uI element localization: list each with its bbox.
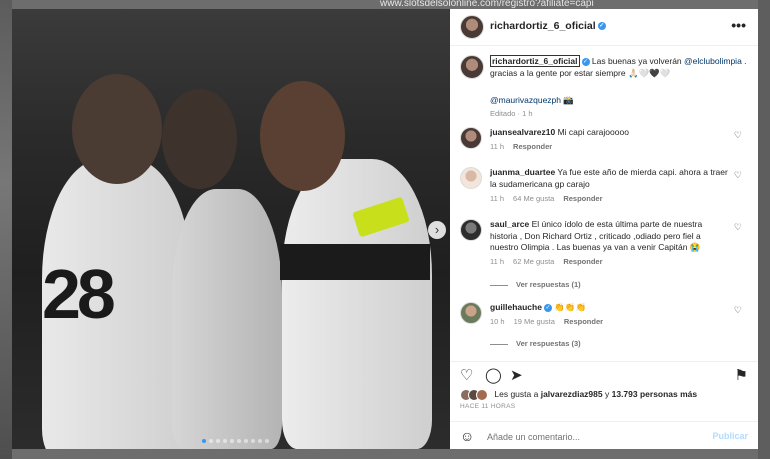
caption-username[interactable]: richardortiz_6_oficial: [490, 55, 580, 67]
commenter-username[interactable]: saul_arce: [490, 219, 529, 229]
comment-body: guillehauche ✓ 👏👏👏: [490, 302, 730, 314]
carousel-dot: [223, 439, 227, 443]
comment-text: Mi capi carajooooo: [557, 127, 629, 137]
commenter-username[interactable]: juanma_duartee: [490, 167, 555, 177]
shirt-number: 28: [42, 255, 116, 333]
comment-time: 11 h: [490, 142, 505, 151]
caption-mention-link[interactable]: @elclubolimpia: [684, 56, 742, 66]
carousel-dots: [202, 439, 269, 443]
carousel-dot: [230, 439, 234, 443]
comment-time: 10 h: [490, 317, 505, 326]
post-side-panel: richardortiz_6_oficial ✓ ••• richardortiz…: [450, 9, 758, 449]
commenter-avatar[interactable]: [460, 219, 482, 241]
comment-likes[interactable]: 62 Me gusta: [513, 257, 554, 266]
comment-input[interactable]: [485, 428, 709, 446]
likes-text: Les gusta a jalvarezdiaz985 y 13.793 per…: [494, 389, 697, 399]
post-time[interactable]: HACE 11 HORAS: [460, 403, 515, 410]
reply-button[interactable]: Responder: [564, 317, 603, 326]
comment-text: 👏👏👏: [554, 302, 587, 312]
comment-body: juanma_duartee Ya fue este año de mierda…: [490, 167, 730, 190]
comment-meta: 10 h 19 Me gusta Responder: [490, 317, 612, 326]
player-figure: [172, 189, 282, 449]
reply-button[interactable]: Responder: [563, 194, 602, 203]
caption-avatar[interactable]: [460, 55, 484, 79]
view-replies-button[interactable]: Ver respuestas (1): [490, 280, 581, 289]
likes-prefix: Les gusta a: [494, 389, 539, 400]
comment-body: saul_arce El único ídolo de esta última …: [490, 219, 730, 254]
comment-time: 11 h: [490, 194, 505, 203]
carousel-dot: [251, 439, 255, 443]
save-icon[interactable]: ⚑: [735, 366, 748, 384]
carousel-next-button[interactable]: ›: [428, 221, 446, 239]
post-header: richardortiz_6_oficial ✓ •••: [450, 9, 758, 46]
comment-likes[interactable]: 64 Me gusta: [513, 194, 554, 203]
liker-avatar: [476, 389, 488, 401]
background-page-left: [0, 0, 12, 459]
caption-time: 1 h: [522, 109, 533, 118]
comment-meta: 11 h Responder: [490, 142, 561, 151]
shirt-stripe: [280, 244, 430, 280]
carousel-dot: [237, 439, 241, 443]
comment-like-icon[interactable]: ♡: [734, 130, 742, 141]
likes-user-link[interactable]: jalvarezdiaz985: [541, 389, 603, 399]
player-figure: [282, 159, 432, 449]
carousel-dot: [258, 439, 262, 443]
carousel-dot: [244, 439, 248, 443]
commenter-avatar[interactable]: [460, 127, 482, 149]
edited-label: Editado: [490, 109, 516, 118]
comment-body: juansealvarez10 Mi capi carajooooo: [490, 127, 730, 139]
carousel-dot: [265, 439, 269, 443]
comment-meta: 11 h 62 Me gusta Responder: [490, 257, 612, 266]
background-url-text: www.slotsdelsolonline.com/registro?afili…: [380, 0, 594, 9]
caption-text: richardortiz_6_oficial ✓ Las buenas ya vo…: [490, 55, 750, 79]
verified-badge-icon: ✓: [543, 303, 552, 312]
comment-meta: 11 h 64 Me gusta Responder: [490, 194, 612, 203]
commenter-avatar[interactable]: [460, 167, 482, 189]
post-comment-button[interactable]: Publicar: [712, 431, 748, 441]
share-icon[interactable]: ➤: [510, 366, 523, 384]
comment-bar: ☺ Publicar: [450, 421, 758, 449]
player-head: [72, 74, 162, 184]
commenter-username[interactable]: guillehauche: [490, 302, 542, 312]
comment-like-icon[interactable]: ♡: [734, 170, 742, 181]
reply-button[interactable]: Responder: [513, 142, 552, 151]
carousel-dot: [209, 439, 213, 443]
more-options-icon[interactable]: •••: [731, 17, 746, 33]
commenter-username[interactable]: juansealvarez10: [490, 127, 555, 137]
verified-badge-icon: ✓: [597, 22, 606, 31]
comment-like-icon[interactable]: ♡: [734, 305, 742, 316]
emoji-icon[interactable]: ☺: [460, 428, 474, 444]
likes-summary: Les gusta a jalvarezdiaz985 y 13.793 per…: [460, 389, 697, 401]
caption-body-before: Las buenas ya volverán: [589, 56, 685, 66]
author-avatar[interactable]: [460, 15, 484, 39]
action-bar: ♡ ◯ ➤ ⚑: [450, 361, 758, 384]
player-head: [260, 81, 345, 191]
caption-meta: Editado · 1 h: [490, 109, 533, 118]
photographer-credit-link[interactable]: @maurivazquezph 📸: [490, 95, 574, 106]
comment-icon[interactable]: ◯: [485, 366, 502, 384]
like-icon[interactable]: ♡: [460, 366, 473, 384]
player-head: [162, 89, 237, 189]
comment-like-icon[interactable]: ♡: [734, 222, 742, 233]
carousel-dot: [202, 439, 206, 443]
verified-badge-icon: ✓: [581, 57, 590, 66]
comment-time: 11 h: [490, 257, 505, 266]
author-username[interactable]: richardortiz_6_oficial ✓: [490, 20, 606, 32]
background-page-right: [758, 0, 770, 459]
likes-count-link[interactable]: 13.793 personas más: [612, 389, 698, 399]
post-modal: 28 › richardortiz_6_oficial ✓ ••• richard…: [12, 9, 758, 449]
post-photo[interactable]: 28 ›: [12, 9, 450, 449]
author-username-text[interactable]: richardortiz_6_oficial: [490, 20, 596, 32]
reply-button[interactable]: Responder: [563, 257, 602, 266]
carousel-dot: [216, 439, 220, 443]
commenter-avatar[interactable]: [460, 302, 482, 324]
comment-likes[interactable]: 19 Me gusta: [514, 317, 555, 326]
likes-conjunction: y: [604, 389, 610, 400]
view-replies-button[interactable]: Ver respuestas (3): [490, 339, 581, 348]
